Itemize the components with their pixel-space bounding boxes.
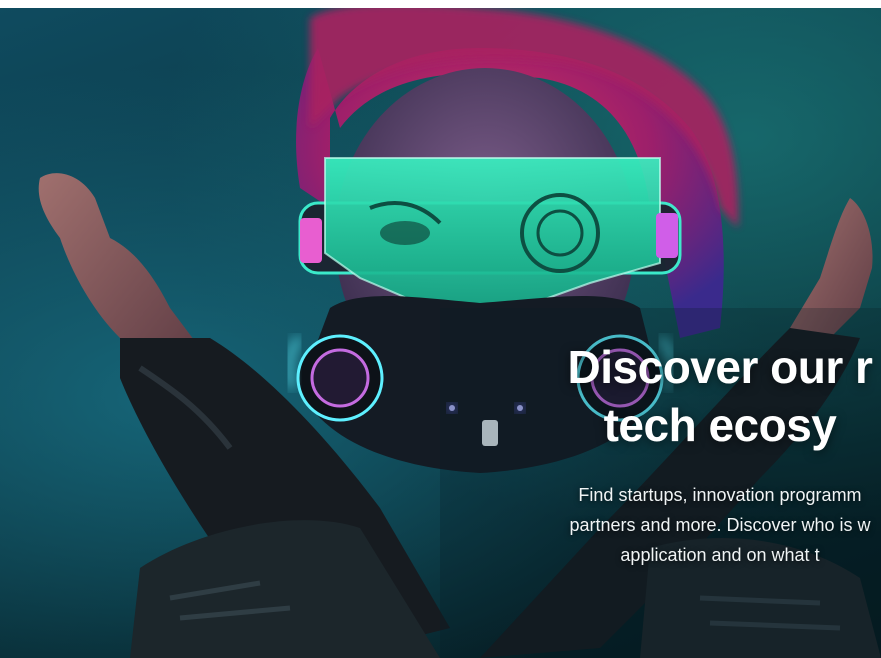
hero-title-line: tech ecosy bbox=[603, 399, 837, 451]
hero-description-line: Find startups, innovation programm bbox=[578, 485, 862, 505]
hero-title: Discover our r tech ecosy bbox=[460, 338, 881, 454]
hero-description-line: partners and more. Discover who is w bbox=[569, 515, 871, 535]
hero-description: Find startups, innovation programm partn… bbox=[460, 480, 881, 570]
hero-text-block: Discover our r tech ecosy Find startups,… bbox=[460, 338, 881, 570]
hero-title-line: Discover our r bbox=[567, 341, 873, 393]
hero-description-line: application and on what t bbox=[620, 545, 820, 565]
hero-banner: Discover our r tech ecosy Find startups,… bbox=[0, 8, 881, 658]
